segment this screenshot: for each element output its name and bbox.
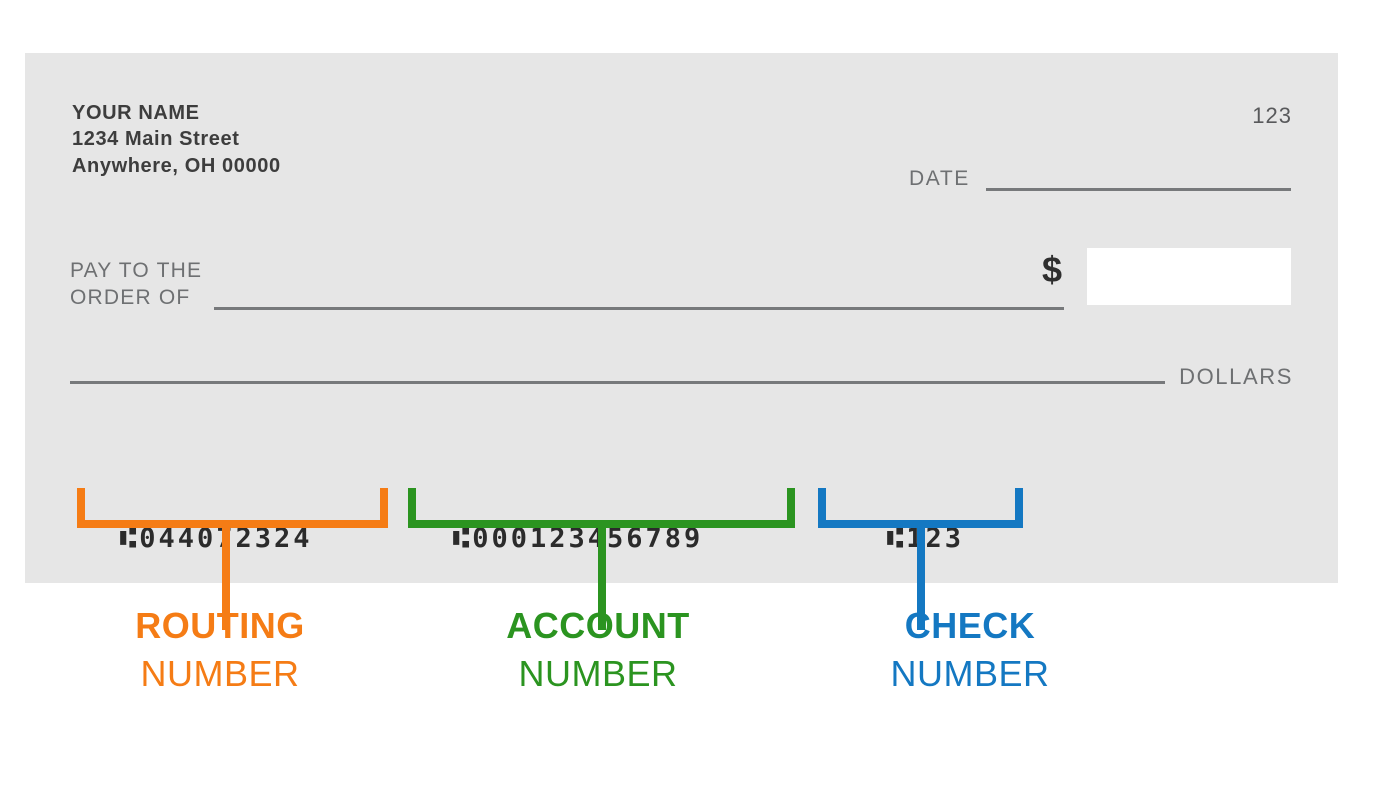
dollars-label: DOLLARS bbox=[1179, 364, 1293, 389]
pay-to-line-2: ORDER OF bbox=[70, 285, 191, 309]
caption-account-title: ACCOUNT bbox=[506, 605, 690, 646]
payee-write-line bbox=[214, 306, 1064, 310]
date-field-row: DATE bbox=[909, 168, 1291, 191]
bracket-arm-right bbox=[1015, 488, 1023, 528]
bracket-arm-right bbox=[380, 488, 388, 528]
pay-to-order-row: PAY TO THE ORDER OF bbox=[70, 258, 1064, 312]
micr-check-number: ⑆123 bbox=[887, 523, 964, 554]
micr-account-number: ⑆000123456789 bbox=[453, 523, 704, 554]
caption-account-subtitle: NUMBER bbox=[518, 653, 678, 694]
payer-name: YOUR NAME bbox=[72, 102, 200, 124]
pay-to-order-label: PAY TO THE ORDER OF bbox=[70, 258, 202, 312]
caption-check-number: CHECK NUMBER bbox=[820, 608, 1120, 692]
micr-routing-number: ⑆044072324 bbox=[120, 523, 313, 554]
currency-symbol: $ bbox=[1042, 249, 1063, 290]
check-illustration-panel: YOUR NAME 1234 Main Street Anywhere, OH … bbox=[25, 53, 1338, 583]
caption-routing-subtitle: NUMBER bbox=[140, 653, 300, 694]
payer-address-line-2: Anywhere, OH 00000 bbox=[72, 154, 281, 177]
written-amount-write-line bbox=[70, 381, 1166, 384]
caption-check-title: CHECK bbox=[904, 605, 1036, 646]
check-number-top-right: 123 bbox=[1252, 103, 1292, 128]
date-label: DATE bbox=[909, 167, 970, 190]
caption-account-number: ACCOUNT NUMBER bbox=[448, 608, 748, 692]
bracket-bar bbox=[77, 520, 388, 528]
bracket-arm-right bbox=[787, 488, 795, 528]
payer-info-block: YOUR NAME 1234 Main Street Anywhere, OH … bbox=[72, 100, 281, 179]
written-amount-row: DOLLARS bbox=[70, 366, 1293, 388]
caption-check-subtitle: NUMBER bbox=[890, 653, 1050, 694]
caption-routing-title: ROUTING bbox=[135, 605, 305, 646]
caption-routing-number: ROUTING NUMBER bbox=[70, 608, 370, 692]
date-write-line bbox=[985, 188, 1291, 191]
amount-numeric-box bbox=[1087, 248, 1291, 305]
payer-address-line-1: 1234 Main Street bbox=[72, 128, 240, 151]
pay-to-line-1: PAY TO THE bbox=[70, 259, 203, 282]
